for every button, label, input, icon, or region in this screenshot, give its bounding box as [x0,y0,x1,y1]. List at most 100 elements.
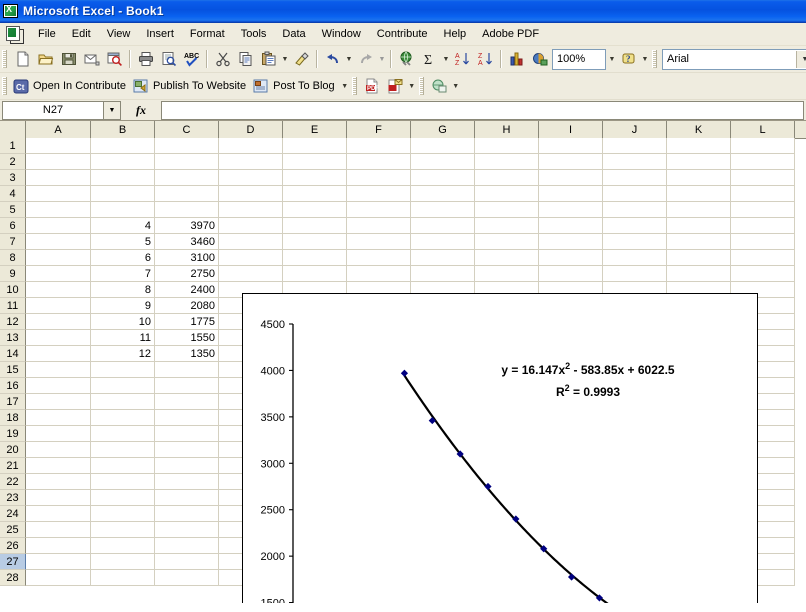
cell-E2[interactable] [283,154,347,170]
cell-A17[interactable] [26,394,91,410]
pdf-review-dropdown-arrow[interactable]: ▼ [451,75,461,97]
cell-C25[interactable] [155,522,219,538]
cell-C16[interactable] [155,378,219,394]
row-header-24[interactable]: 24 [0,506,26,522]
hyperlink-icon[interactable] [395,48,418,70]
row-header-22[interactable]: 22 [0,474,26,490]
cell-C5[interactable] [155,202,219,218]
menu-item-file[interactable]: File [30,25,64,43]
cell-C15[interactable] [155,362,219,378]
cell-B12[interactable]: 10 [91,314,155,330]
search-icon[interactable] [103,48,126,70]
row-header-26[interactable]: 26 [0,538,26,554]
menu-item-data[interactable]: Data [274,25,313,43]
cell-C2[interactable] [155,154,219,170]
row-header-7[interactable]: 7 [0,234,26,250]
row-header-17[interactable]: 17 [0,394,26,410]
column-header-h[interactable]: H [475,121,539,138]
cell-A19[interactable] [26,426,91,442]
cell-A2[interactable] [26,154,91,170]
undo-dropdown-arrow[interactable]: ▼ [344,48,354,70]
chevron-down-icon[interactable]: ▼ [796,51,806,68]
cell-A15[interactable] [26,362,91,378]
cell-I9[interactable] [539,266,603,282]
email-icon[interactable] [80,48,103,70]
column-header-l[interactable]: L [731,121,795,138]
pdf-review-toolbar-grip[interactable] [419,77,424,95]
font-name-combo[interactable]: Arial ▼ [662,49,806,70]
menu-item-edit[interactable]: Edit [64,25,99,43]
convert-to-pdf-icon[interactable]: PDF [361,75,384,97]
cell-A9[interactable] [26,266,91,282]
row-header-11[interactable]: 11 [0,298,26,314]
cell-D4[interactable] [219,186,283,202]
cell-L1[interactable] [731,138,795,154]
cell-C8[interactable]: 3100 [155,250,219,266]
print-icon[interactable] [134,48,157,70]
sort-ascending-icon[interactable]: A Z [451,48,474,70]
cell-K1[interactable] [667,138,731,154]
cell-B22[interactable] [91,474,155,490]
chart-object[interactable]: 1000150020002500300035004000450002468101… [242,293,758,603]
row-header-14[interactable]: 14 [0,346,26,362]
cell-A16[interactable] [26,378,91,394]
cell-A20[interactable] [26,442,91,458]
paste-icon[interactable] [257,48,280,70]
cell-J5[interactable] [603,202,667,218]
cell-K4[interactable] [667,186,731,202]
row-header-15[interactable]: 15 [0,362,26,378]
cell-A28[interactable] [26,570,91,586]
menu-item-window[interactable]: Window [314,25,369,43]
cell-H7[interactable] [475,234,539,250]
menu-item-view[interactable]: View [99,25,139,43]
cell-F6[interactable] [347,218,411,234]
cell-A13[interactable] [26,330,91,346]
cell-H3[interactable] [475,170,539,186]
cell-A4[interactable] [26,186,91,202]
name-box-dropdown-arrow[interactable]: ▼ [103,101,121,120]
copy-icon[interactable] [234,48,257,70]
row-header-5[interactable]: 5 [0,202,26,218]
cell-C7[interactable]: 3460 [155,234,219,250]
row-header-23[interactable]: 23 [0,490,26,506]
row-header-4[interactable]: 4 [0,186,26,202]
cell-C18[interactable] [155,410,219,426]
cell-A6[interactable] [26,218,91,234]
cell-B2[interactable] [91,154,155,170]
menu-item-format[interactable]: Format [182,25,233,43]
print-preview-icon[interactable] [157,48,180,70]
cell-B6[interactable]: 4 [91,218,155,234]
cell-I6[interactable] [539,218,603,234]
cell-H9[interactable] [475,266,539,282]
cell-C26[interactable] [155,538,219,554]
workbook-control-icon[interactable] [6,26,23,42]
column-header-e[interactable]: E [283,121,347,138]
zoom-dropdown-arrow[interactable]: ▼ [607,48,617,70]
row-header-13[interactable]: 13 [0,330,26,346]
cell-F9[interactable] [347,266,411,282]
cell-K6[interactable] [667,218,731,234]
cell-F4[interactable] [347,186,411,202]
cell-H8[interactable] [475,250,539,266]
save-icon[interactable] [57,48,80,70]
row-header-2[interactable]: 2 [0,154,26,170]
cell-C4[interactable] [155,186,219,202]
cell-F2[interactable] [347,154,411,170]
column-header-c[interactable]: C [155,121,219,138]
cell-D5[interactable] [219,202,283,218]
help-icon[interactable]: ? [617,48,640,70]
insert-function-icon[interactable]: fx [121,102,161,119]
row-header-28[interactable]: 28 [0,570,26,586]
cell-C14[interactable]: 1350 [155,346,219,362]
cell-A10[interactable] [26,282,91,298]
menu-item-insert[interactable]: Insert [138,25,182,43]
cell-A21[interactable] [26,458,91,474]
row-header-8[interactable]: 8 [0,250,26,266]
cell-A18[interactable] [26,410,91,426]
cell-J2[interactable] [603,154,667,170]
row-header-6[interactable]: 6 [0,218,26,234]
cell-D2[interactable] [219,154,283,170]
cell-A23[interactable] [26,490,91,506]
row-header-16[interactable]: 16 [0,378,26,394]
menu-item-tools[interactable]: Tools [233,25,275,43]
